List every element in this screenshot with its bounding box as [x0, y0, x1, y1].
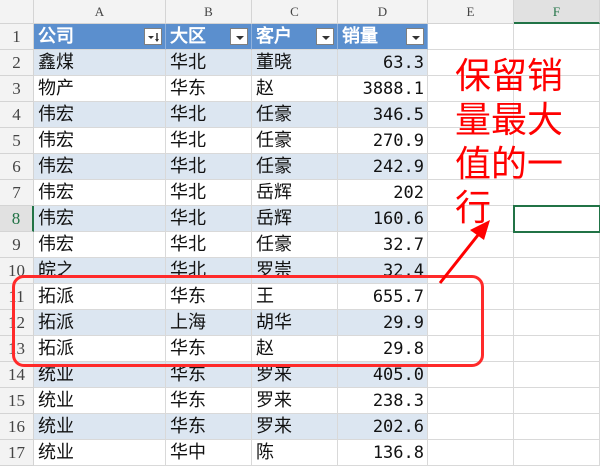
cell-region[interactable]: 华中 — [166, 440, 252, 466]
empty-cell[interactable] — [428, 440, 514, 466]
cell-customer[interactable]: 陈 — [252, 440, 338, 466]
empty-cell[interactable] — [514, 440, 600, 466]
arrow-icon — [438, 220, 490, 284]
row-header[interactable]: 17 — [0, 440, 34, 466]
cell-sales[interactable]: 136.8 — [338, 440, 428, 466]
cell-company[interactable]: 统业 — [34, 440, 166, 466]
